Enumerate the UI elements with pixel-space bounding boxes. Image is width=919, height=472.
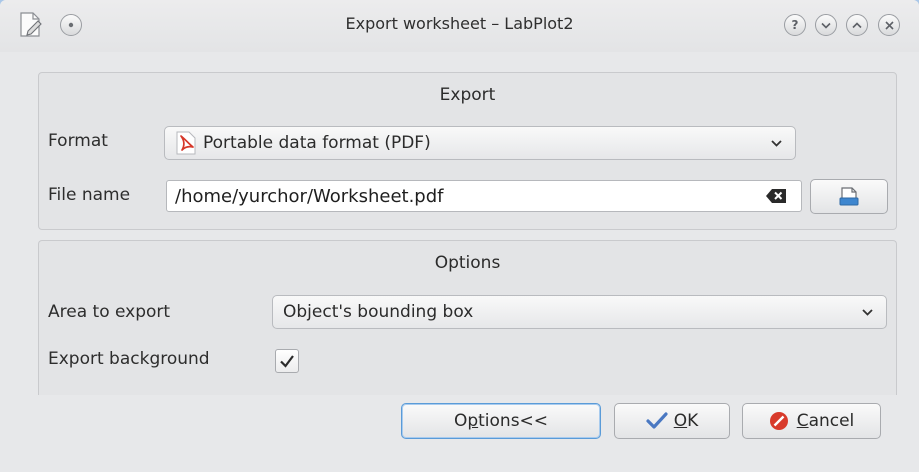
export-background-checkbox[interactable] xyxy=(275,349,299,373)
options-toggle-button[interactable]: Op tions<< xyxy=(401,403,601,439)
ok-button[interactable]: OK xyxy=(614,403,730,439)
pdf-icon xyxy=(176,131,196,155)
chevron-down-icon xyxy=(862,309,873,316)
background-label: Export background xyxy=(48,349,210,369)
window-title: Export worksheet – LabPlot2 xyxy=(345,14,574,33)
format-select[interactable]: Portable data format (PDF) xyxy=(164,126,796,160)
area-value: Object's bounding box xyxy=(283,302,474,322)
chevron-up-icon xyxy=(852,21,862,28)
area-select[interactable]: Object's bounding box xyxy=(272,295,887,329)
options-group: Options Area to export Object's bounding… xyxy=(38,240,897,395)
filename-value: /home/yurchor/Worksheet.pdf xyxy=(175,185,444,207)
filename-label: File name xyxy=(48,185,131,205)
export-dialog: Export worksheet – LabPlot2 ? Export For… xyxy=(0,0,919,472)
options-button-mnemonic: p xyxy=(467,411,479,431)
format-label: Format xyxy=(48,131,108,151)
minimize-button[interactable] xyxy=(815,14,837,36)
options-button-label-start: O xyxy=(453,411,468,431)
checkmark-icon xyxy=(646,412,668,429)
maximize-button[interactable] xyxy=(846,14,868,36)
export-group-title: Export xyxy=(439,85,496,105)
ok-mnemonic: O xyxy=(673,411,688,431)
export-group: Export Format Portable data format (PDF)… xyxy=(38,72,897,230)
close-icon xyxy=(884,20,894,30)
ok-label-end: K xyxy=(687,411,699,431)
format-value: Portable data format (PDF) xyxy=(203,133,431,153)
filename-input[interactable]: /home/yurchor/Worksheet.pdf xyxy=(166,180,802,212)
cancel-mnemonic: C xyxy=(796,411,809,431)
cancel-icon xyxy=(769,412,788,430)
options-button-label-end: tions<< xyxy=(478,411,549,431)
chevron-down-icon xyxy=(771,140,782,147)
options-group-title: Options xyxy=(434,253,501,273)
title-bar[interactable]: Export worksheet – LabPlot2 ? xyxy=(0,0,919,52)
checkmark-icon xyxy=(280,355,294,368)
chevron-down-icon xyxy=(821,22,831,29)
area-label: Area to export xyxy=(48,302,171,322)
help-button[interactable]: ? xyxy=(784,14,806,36)
question-icon: ? xyxy=(791,18,799,32)
close-button[interactable] xyxy=(878,14,900,36)
clear-text-icon[interactable] xyxy=(765,188,787,204)
browse-file-icon xyxy=(839,186,859,205)
cancel-label-end: ancel xyxy=(808,411,855,431)
cancel-button[interactable]: Cancel xyxy=(742,403,881,439)
browse-button[interactable] xyxy=(810,179,888,214)
